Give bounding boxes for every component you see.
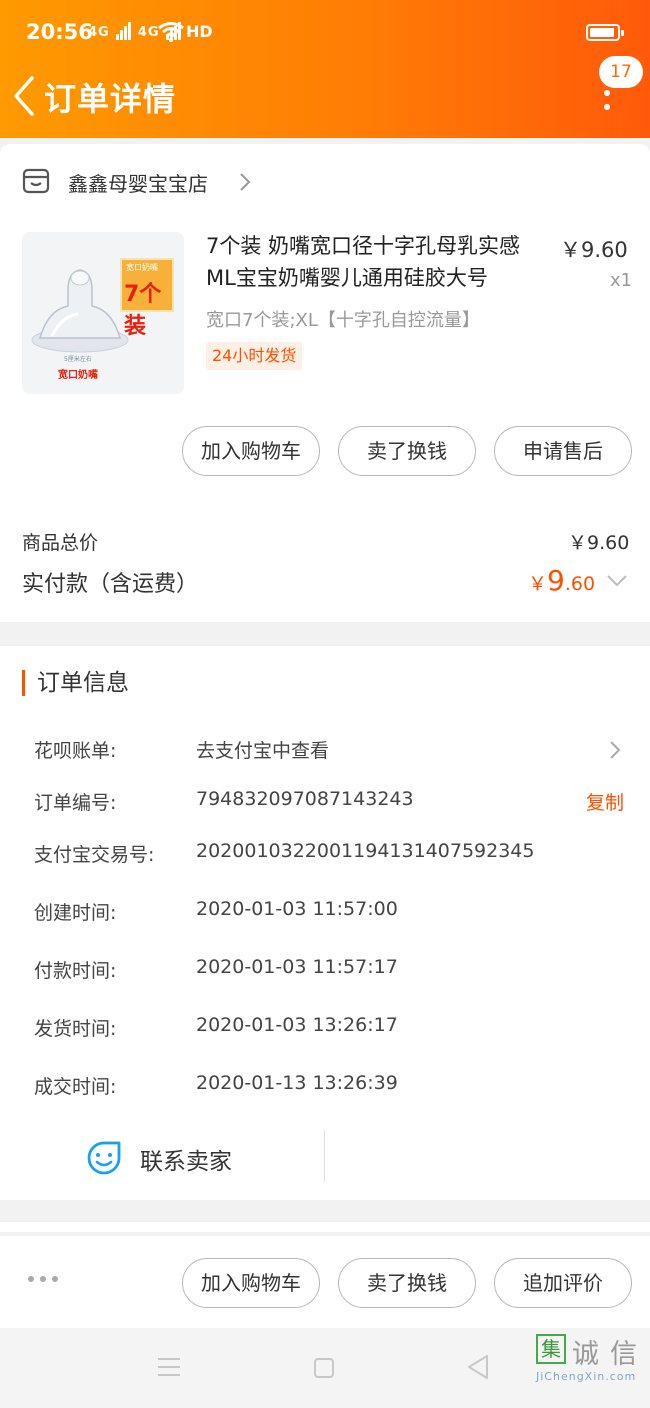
wifi-icon — [158, 22, 184, 42]
paid-amount-value[interactable]: ￥9.60 — [528, 564, 595, 597]
alipay-trade-row: 支付宝交易号: 2020010322001194131407592345 — [34, 840, 535, 866]
more-vertical-icon[interactable] — [596, 84, 618, 124]
product-price: ￥9.60 — [560, 238, 628, 262]
hd-indicator: HD — [186, 22, 213, 41]
product-title[interactable]: 7个装 奶嘴宽口径十字孔母乳实感ML宝宝奶嘴婴儿通用硅胶大号 — [206, 230, 546, 294]
spacer-card — [0, 1222, 650, 1232]
after-sale-button[interactable]: 申请售后 — [494, 426, 632, 476]
status-bar: 20:56 4G 4G HD — [0, 0, 650, 64]
thumbnail-label: 宽口奶嘴 — [58, 370, 98, 381]
smile-chat-icon — [87, 1141, 121, 1175]
product-thumbnail[interactable]: 宽口奶嘴 7个装 5厘米左右 宽口奶嘴 — [22, 232, 184, 394]
watermark-logo: 集 诚 信 JiChengXin.com — [532, 1330, 650, 1408]
pack-count-tag: 宽口奶嘴 7个装 — [120, 258, 174, 339]
huabei-row[interactable]: 花呗账单: 去支付宝中查看 — [0, 736, 650, 766]
status-time: 20:56 — [26, 20, 93, 44]
contact-seller-button[interactable]: 联系卖家 — [86, 1140, 326, 1176]
total-price-label: 商品总价 — [22, 532, 99, 554]
network-label-2: 4G — [137, 25, 160, 40]
bottom-resell-button[interactable]: 卖了换钱 — [338, 1258, 476, 1308]
order-info-card: 订单信息 花呗账单: 去支付宝中查看 订单编号: 794832097087143… — [0, 646, 650, 1200]
store-icon — [22, 168, 50, 194]
bottom-add-to-cart-button[interactable]: 加入购物车 — [182, 1258, 320, 1308]
resell-button[interactable]: 卖了换钱 — [338, 426, 476, 476]
back-triangle-icon[interactable] — [466, 1354, 490, 1380]
battery-icon — [586, 24, 624, 41]
network-label-1: 4G — [88, 25, 110, 40]
shipped-time-row: 发货时间: 2020-01-03 13:26:17 — [34, 1014, 398, 1040]
add-to-cart-button[interactable]: 加入购物车 — [182, 426, 320, 476]
thumbnail-note: 5厘米左右 — [64, 356, 92, 363]
product-spec: 宽口7个装;XL【十字孔自控流量】 — [206, 310, 480, 331]
copy-button[interactable]: 复制 — [586, 788, 624, 815]
home-icon[interactable] — [314, 1358, 334, 1378]
bottom-action-bar: 加入购物车 卖了换钱 追加评价 — [0, 1236, 650, 1328]
add-review-button[interactable]: 追加评价 — [494, 1258, 632, 1308]
page-title: 订单详情 — [44, 80, 177, 118]
menu-icon[interactable] — [158, 1358, 180, 1378]
back-arrow-icon[interactable] — [10, 74, 40, 118]
app-header: 20:56 4G 4G HD 订单详情 17 — [0, 0, 650, 138]
paid-time-row: 付款时间: 2020-01-03 11:57:17 — [34, 956, 398, 982]
system-nav-bar: 集 诚 信 JiChengXin.com — [0, 1328, 650, 1408]
chevron-right-icon — [610, 741, 621, 759]
order-info-title: 订单信息 — [22, 670, 129, 696]
order-number-row: 订单编号: 794832097087143243 复制 — [34, 788, 625, 815]
chevron-down-icon[interactable] — [606, 574, 628, 588]
shop-name: 鑫鑫母婴宝宝店 — [68, 172, 208, 196]
order-product-card: 鑫鑫母婴宝宝店 宽口奶嘴 7个装 5厘米左右 宽口奶嘴 7个装 奶嘴宽口径十字孔… — [0, 144, 650, 622]
total-price-value: ￥9.60 — [568, 532, 630, 554]
paid-amount-label: 实付款（含运费） — [22, 572, 199, 597]
more-dots-icon[interactable] — [28, 1276, 62, 1284]
shop-row[interactable]: 鑫鑫母婴宝宝店 — [22, 166, 622, 196]
signal-bars-icon — [116, 22, 132, 40]
shipping-tag: 24小时发货 — [206, 342, 303, 370]
completed-time-row: 成交时间: 2020-01-13 13:26:39 — [34, 1072, 398, 1098]
created-time-row: 创建时间: 2020-01-03 11:57:00 — [34, 898, 398, 924]
divider — [324, 1130, 325, 1182]
chevron-right-icon — [240, 173, 251, 191]
product-quantity: x1 — [610, 270, 633, 291]
